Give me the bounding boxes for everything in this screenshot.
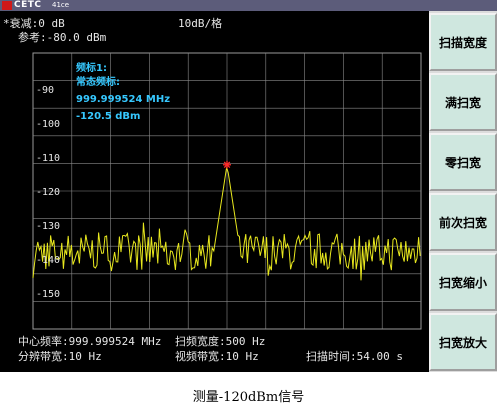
softkey-last-span[interactable]: 前次扫宽 [429,193,497,251]
marker-level: -120.5 dBm [76,111,141,122]
center-frequency-readout: 中心频率:999.999524 MHz [18,335,162,348]
softkey-span-zoom-in[interactable]: 扫宽缩小 [429,253,497,311]
sweep-time-readout: 扫描时间:54.00 s [306,350,403,363]
y-axis-label: -150 [36,289,61,300]
marker-title: 频标1: [76,63,107,74]
softkey-panel: 扫描宽度 满扫宽 零扫宽 前次扫宽 扫宽缩小 扫宽放大 [429,11,497,372]
brand-label: CETC [14,0,42,10]
analyzer-window: CETC 41ce *衰减:0 dB 10dB/格 参考:-80.0 dBm 频… [0,0,497,372]
vbw-readout: 视频带宽:10 Hz [175,350,259,363]
softkey-zero-span[interactable]: 零扫宽 [429,133,497,191]
y-axis-label: -110 [36,153,61,164]
figure-caption: 测量-120dBm信号 [192,390,305,405]
span-readout: 扫频宽度:500 Hz [175,335,266,348]
model-label: 41ce [52,1,70,9]
marker-frequency: 999.999524 MHz [76,94,171,105]
y-axis-label: -120 [36,187,61,198]
rbw-readout: 分辨带宽:10 Hz [18,350,102,363]
softkey-full-span[interactable]: 满扫宽 [429,73,497,131]
reference-level-readout: 参考:-80.0 dBm [18,31,107,44]
marker-icon [223,160,231,169]
y-axis-label: -90 [36,85,55,96]
y-axis-label: -130 [36,221,61,232]
app-logo-icon [2,1,12,10]
softkey-span[interactable]: 扫描宽度 [429,13,497,71]
attenuation-readout: *衰减:0 dB [3,17,65,30]
spectrum-plot [0,11,429,372]
y-axis-label: -100 [36,119,61,130]
title-bar: CETC 41ce [0,0,497,11]
softkey-span-zoom-out[interactable]: 扫宽放大 [429,313,497,371]
marker-mode: 常态频标: [76,77,120,88]
scale-readout: 10dB/格 [178,17,223,30]
y-axis-label: -140 [36,255,61,266]
